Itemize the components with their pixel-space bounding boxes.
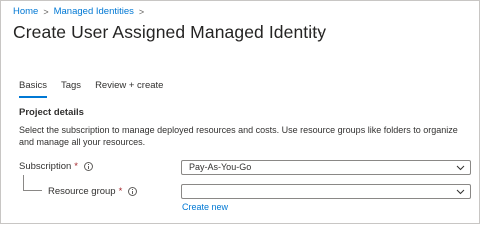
breadcrumb-separator: > [138, 6, 145, 17]
more-options-button[interactable]: ··· [309, 25, 324, 39]
resource-group-label-text: Resource group [48, 186, 116, 197]
required-marker: * [118, 186, 123, 197]
tab-basics[interactable]: Basics [19, 80, 47, 98]
resource-group-dropdown[interactable] [181, 184, 471, 199]
breadcrumb-home[interactable]: Home [13, 6, 38, 17]
chevron-down-icon [456, 165, 465, 171]
subscription-dropdown[interactable]: Pay-As-You-Go [181, 160, 471, 175]
info-icon[interactable] [83, 162, 93, 171]
tab-bar: Basics Tags Review + create [19, 80, 177, 98]
subscription-label-text: Subscription [19, 161, 72, 172]
breadcrumb: Home > Managed Identities > [13, 6, 149, 17]
required-marker: * [74, 161, 78, 172]
create-new-link[interactable]: Create new [182, 202, 228, 212]
subscription-value: Pay-As-You-Go [189, 162, 252, 172]
section-description: Select the subscription to manage deploy… [19, 125, 458, 147]
section-heading: Project details [19, 107, 84, 118]
breadcrumb-managed-identities[interactable]: Managed Identities [54, 6, 134, 17]
tab-tags[interactable]: Tags [61, 80, 81, 92]
hierarchy-connector [23, 175, 42, 191]
tab-review-create[interactable]: Review + create [95, 80, 163, 92]
breadcrumb-separator: > [43, 6, 49, 17]
page-title: Create User Assigned Managed Identity [13, 22, 327, 42]
subscription-label: Subscription * [19, 161, 93, 172]
resource-group-label: Resource group * [48, 186, 138, 197]
chevron-down-icon [456, 189, 465, 195]
info-icon[interactable] [128, 187, 138, 196]
